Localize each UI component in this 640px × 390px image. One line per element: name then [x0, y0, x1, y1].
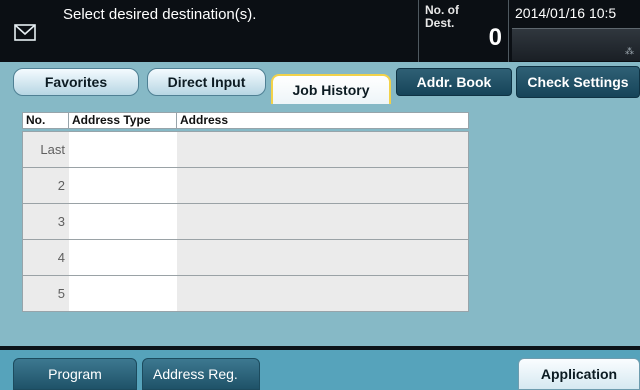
- column-header-no: No.: [26, 113, 46, 127]
- header-divider: [418, 0, 419, 62]
- table-row[interactable]: 5: [23, 276, 468, 311]
- address-type-cell: [69, 132, 177, 167]
- bottom-bar: Program Address Reg. Application: [0, 350, 640, 390]
- header-divider: [508, 0, 509, 62]
- application-button[interactable]: Application: [518, 358, 640, 390]
- table-header: No. Address Type Address: [22, 112, 469, 129]
- program-button[interactable]: Program: [13, 358, 137, 390]
- header-bar: Select desired destination(s). No. of De…: [0, 0, 640, 62]
- tab-favorites[interactable]: Favorites: [13, 68, 139, 96]
- address-type-cell: [69, 276, 177, 311]
- address-type-cell: [69, 168, 177, 203]
- address-reg-button[interactable]: Address Reg.: [142, 358, 260, 390]
- row-number: 5: [23, 276, 67, 311]
- tab-bar: Favorites Direct Input Job History Addr.…: [0, 66, 640, 106]
- address-cell: [177, 204, 468, 239]
- screen: Select desired destination(s). No. of De…: [0, 0, 640, 390]
- table-body: Last 2 3 4 5: [22, 131, 469, 312]
- datetime: 2014/01/16 10:5: [515, 5, 617, 21]
- job-history-table: No. Address Type Address Last 2 3 4 5: [22, 112, 469, 312]
- address-cell: [177, 132, 468, 167]
- address-cell: [177, 240, 468, 275]
- column-header-address-type: Address Type: [68, 113, 177, 128]
- row-number: 3: [23, 204, 67, 239]
- check-settings-button[interactable]: Check Settings: [516, 66, 640, 98]
- address-type-cell: [69, 240, 177, 275]
- tab-job-history[interactable]: Job History: [271, 74, 391, 104]
- status-panel: ⁂: [512, 28, 640, 61]
- address-cell: [177, 276, 468, 311]
- address-type-cell: [69, 204, 177, 239]
- table-row[interactable]: 3: [23, 204, 468, 240]
- row-number: 2: [23, 168, 67, 203]
- tab-direct-input[interactable]: Direct Input: [147, 68, 266, 96]
- column-header-address: Address: [176, 113, 228, 128]
- row-number: 4: [23, 240, 67, 275]
- address-cell: [177, 168, 468, 203]
- prompt-text: Select desired destination(s).: [63, 6, 257, 23]
- envelope-icon: [14, 24, 36, 41]
- table-row[interactable]: Last: [23, 132, 468, 168]
- table-row[interactable]: 2: [23, 168, 468, 204]
- tab-addr-book[interactable]: Addr. Book: [396, 68, 512, 96]
- dest-count-value: 0: [488, 24, 502, 51]
- table-row[interactable]: 4: [23, 240, 468, 276]
- row-number: Last: [23, 132, 67, 167]
- status-indicator-icon: ⁂: [625, 46, 634, 56]
